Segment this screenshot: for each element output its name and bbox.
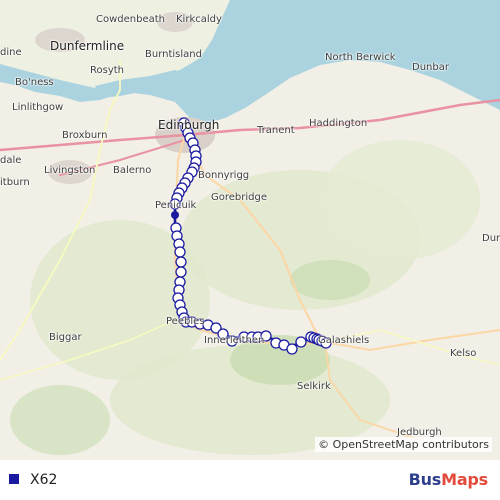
place-label: Tranent: [257, 125, 295, 136]
logo-text-maps: Maps: [441, 470, 488, 489]
place-label: Broxburn: [62, 130, 108, 141]
bus-stop-marker[interactable]: [175, 256, 187, 268]
route-label: X62: [30, 472, 58, 488]
map-view[interactable]: Cowdenbeath Kirkcaldy Dunfermline Burnti…: [0, 0, 500, 460]
map-attribution[interactable]: © OpenStreetMap contributors: [315, 437, 492, 452]
place-label: Livingston: [44, 165, 96, 176]
route-color-swatch: [9, 474, 19, 484]
place-label: Kirkcaldy: [176, 14, 222, 25]
bus-stop-marker-selected[interactable]: [171, 211, 179, 219]
hills-area: [320, 140, 480, 260]
place-label: Burntisland: [145, 49, 202, 60]
place-label: Innerleithen: [204, 335, 265, 346]
place-label: North Berwick: [325, 52, 396, 63]
place-label: dine: [0, 47, 22, 58]
place-label: Haddington: [309, 118, 368, 129]
bus-stop-marker[interactable]: [175, 266, 187, 278]
forest-area: [290, 260, 370, 300]
place-label: Linlithgow: [12, 102, 64, 113]
logo-text-bus: Bus: [408, 470, 442, 489]
place-label: Balerno: [113, 165, 152, 176]
place-label: Cowdenbeath: [96, 14, 166, 25]
place-label: Peebles: [166, 316, 205, 327]
bus-stop-marker[interactable]: [295, 336, 307, 348]
forest-area: [10, 385, 110, 455]
place-label: Galashiels: [318, 335, 370, 346]
place-label: Kelso: [450, 348, 477, 359]
place-label: dale: [0, 155, 22, 166]
place-label: Edinburgh: [158, 118, 220, 132]
place-label: Bo'ness: [15, 77, 54, 88]
place-label: itburn: [0, 177, 30, 188]
bus-stop-marker[interactable]: [174, 246, 186, 258]
place-label: Dunbar: [412, 62, 449, 73]
place-label: Biggar: [49, 332, 82, 343]
place-label: Gorebridge: [211, 192, 267, 203]
busmaps-logo[interactable]: BusMaps: [408, 470, 489, 489]
place-label: Dur: [482, 233, 500, 244]
place-label: Selkirk: [297, 381, 331, 392]
place-label: Rosyth: [90, 65, 125, 76]
place-label: Dunfermline: [50, 39, 125, 53]
bus-stop-marker[interactable]: [286, 343, 298, 355]
place-label: Penicuik: [155, 200, 197, 211]
place-label: Bonnyrigg: [198, 170, 250, 181]
